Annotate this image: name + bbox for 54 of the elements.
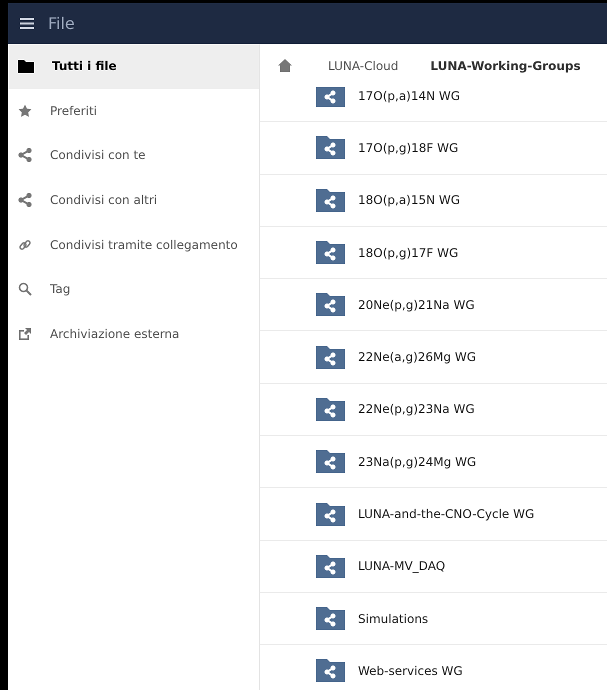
sidebar-item[interactable]: Condivisi tramite collegamento: [8, 222, 259, 267]
link-icon: [18, 238, 32, 252]
shared-folder-icon: [316, 346, 345, 369]
shared-folder-icon: [316, 554, 345, 578]
folder-name: 17O(p,g)18F WG: [358, 140, 458, 155]
shared-folder-icon: [316, 188, 345, 212]
sidebar-item[interactable]: Preferiti: [8, 88, 259, 134]
file-row[interactable]: 20Ne(p,g)21Na WG: [260, 279, 607, 332]
folder-name: Web-services WG: [358, 664, 463, 678]
shared-folder-icon: [316, 659, 345, 682]
file-row[interactable]: 23Na(p,g)24Mg WG: [260, 436, 607, 488]
shared-folder-icon: [316, 293, 345, 316]
folder-name: 18O(p,g)17F WG: [358, 246, 458, 260]
sidebar-item[interactable]: Condivisi con te: [8, 133, 259, 178]
file-row[interactable]: 18O(p,g)17F WG: [260, 226, 607, 280]
file-row[interactable]: 17O(p,g)18F WG: [260, 122, 607, 175]
star-icon: [18, 104, 32, 118]
shared-folder-icon: [316, 241, 345, 264]
folder-icon: [18, 60, 34, 73]
folder-name: 18O(p,a)15N WG: [358, 193, 460, 208]
folder-name: 20Ne(p,g)21Na WG: [358, 298, 475, 312]
file-row[interactable]: 17O(p,a)14N WG: [260, 87, 607, 122]
folder-name: Simulations: [358, 612, 428, 626]
folder-name: 17O(p,a)14N WG: [358, 88, 460, 103]
search-icon: [18, 282, 32, 296]
external-link-icon: [18, 326, 32, 341]
sidebar-item[interactable]: Archiviazione esterna: [8, 312, 259, 356]
file-row[interactable]: Web-services WG: [260, 645, 607, 690]
folder-name: LUNA-and-the-CNO-Cycle WG: [358, 507, 534, 522]
file-row[interactable]: 22Ne(a,g)26Mg WG: [260, 331, 607, 384]
folder-name: 22Ne(a,g)26Mg WG: [358, 350, 476, 364]
home-icon[interactable]: [278, 59, 292, 72]
breadcrumb-link[interactable]: LUNA-Working-Groups: [430, 58, 581, 72]
sidebar-item[interactable]: Tag: [8, 266, 259, 312]
share-icon: [18, 193, 32, 208]
file-row[interactable]: Simulations: [260, 592, 607, 646]
folder-name: 23Na(p,g)24Mg WG: [358, 454, 476, 469]
folder-name: LUNA-MV_DAQ: [358, 559, 446, 574]
breadcrumb-link[interactable]: LUNA-Cloud: [328, 58, 398, 72]
menu-icon[interactable]: [20, 18, 34, 29]
folder-name: 22Ne(p,g)23Na WG: [358, 402, 475, 416]
file-row[interactable]: 22Ne(p,g)23Na WG: [260, 384, 607, 436]
shared-folder-icon: [316, 607, 345, 630]
shared-folder-icon: [316, 450, 345, 474]
file-row[interactable]: LUNA-MV_DAQ: [260, 540, 607, 593]
sidebar-item[interactable]: Condivisi con altri: [8, 178, 259, 222]
file-row[interactable]: 18O(p,a)15N WG: [260, 174, 607, 227]
shared-folder-icon: [316, 136, 345, 160]
sidebar-item[interactable]: Tutti i file: [8, 44, 259, 89]
share-icon: [18, 148, 32, 162]
shared-folder-icon: [316, 502, 345, 526]
shared-folder-icon: [316, 398, 345, 421]
file-row[interactable]: LUNA-and-the-CNO-Cycle WG: [260, 488, 607, 541]
app-title: File: [48, 14, 75, 33]
